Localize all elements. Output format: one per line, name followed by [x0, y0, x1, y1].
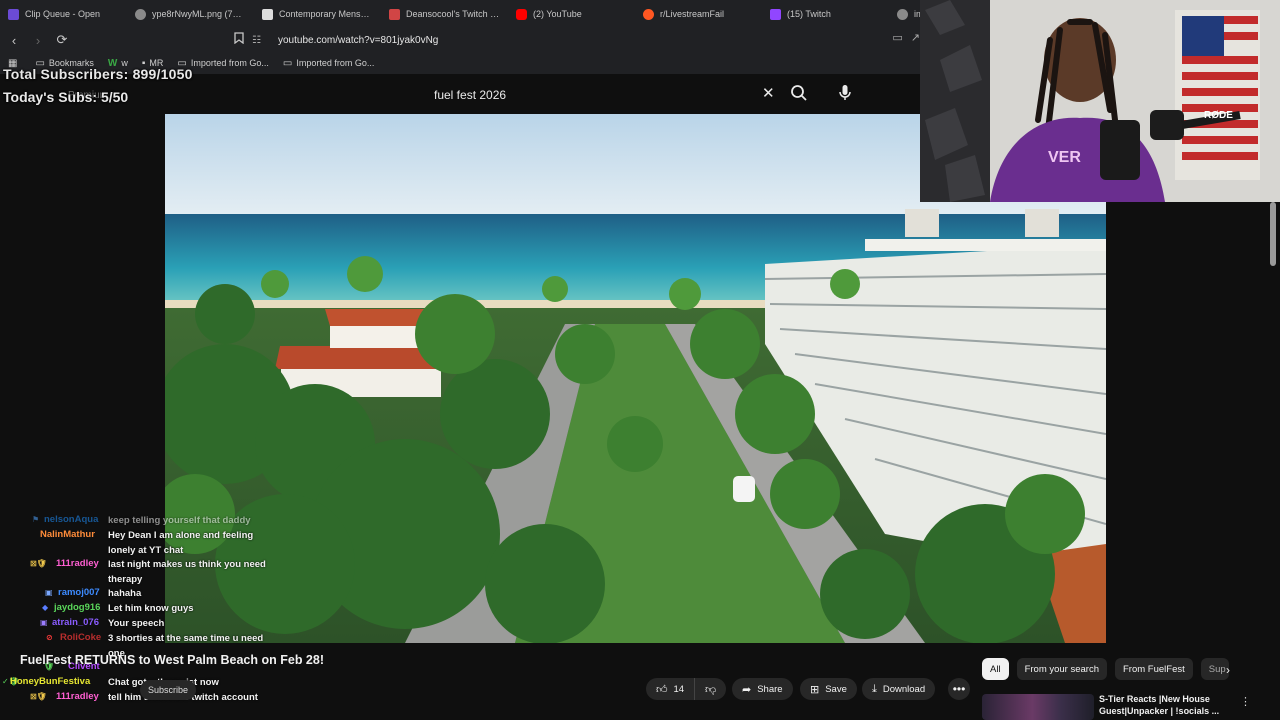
thumbs-down-icon: 👎︎ [705, 683, 717, 696]
chat-username: jaydog916 [54, 602, 101, 613]
download-icon: ⤓ [872, 682, 877, 695]
filter-chips: All From your search From FuelFest Sup [982, 658, 1229, 680]
chat-text: Your speech [108, 618, 165, 629]
recommended-thumbnail[interactable] [982, 694, 1094, 720]
share-page-icon[interactable]: ↗ [911, 31, 920, 44]
browser-tab[interactable]: (2) YouTube [508, 0, 635, 28]
chat-text: hahaha [108, 588, 142, 599]
save-playlist-icon: ⊞ [810, 683, 820, 696]
nav-right-controls: ▭ ↗ [892, 31, 920, 44]
chat-username: RoliCoke [60, 632, 102, 643]
rode-logo: RØDE [1204, 110, 1233, 121]
page-scrollbar[interactable] [1270, 202, 1276, 266]
recommended-video[interactable]: S-Tier Reacts |New House Guest|Unpacker … [982, 692, 1272, 720]
recommended-title[interactable]: S-Tier Reacts |New House Guest|Unpacker … [1099, 693, 1249, 717]
chat-badge-icon: ⊠🛡 [30, 559, 47, 568]
dislike-button[interactable]: 👎︎ [694, 678, 726, 700]
chat-badge-icon: ◆ [42, 603, 49, 612]
chat-text: Let him know guys [108, 603, 194, 614]
chat-username: atrain_076 [52, 617, 100, 628]
tab-favicon-icon [8, 8, 19, 20]
back-arrow-icon[interactable]: ‹ [4, 30, 24, 50]
clear-search-icon[interactable]: ✕ [762, 86, 775, 102]
tab-favicon-icon [897, 8, 908, 20]
video-title: FuelFest RETURNS to West Palm Beach on F… [20, 653, 324, 667]
chat-username: NalinMathur [40, 529, 95, 540]
chat-text: last night makes us think you need thera… [108, 559, 266, 585]
folder-icon: ▭ [282, 57, 293, 69]
share-icon: ➦ [742, 683, 752, 696]
chevron-right-icon[interactable]: › [1226, 663, 1230, 677]
chat-username: HoneyBunFestiva [10, 676, 91, 687]
address-bar[interactable]: ☷ youtube.com/watch?v=801jyak0vNg [252, 31, 900, 49]
site-info-icon[interactable]: ☷ [252, 35, 266, 46]
search-input[interactable]: fuel fest 2026 [422, 82, 788, 108]
tab-favicon-icon [643, 8, 654, 20]
chip-from-your-search[interactable]: From your search [1016, 658, 1107, 680]
download-button[interactable]: ⤓ Download [862, 678, 936, 700]
chat-username: 111radley [56, 558, 99, 569]
reload-icon[interactable]: ⟳ [52, 30, 72, 50]
browser-tab[interactable]: Clip Queue - Open [0, 0, 127, 28]
forward-arrow-icon[interactable]: › [28, 30, 48, 50]
thumbs-up-icon: 👍︎ [656, 683, 668, 696]
cast-icon[interactable]: ▭ [892, 31, 902, 44]
subscribe-button[interactable]: Subscribe [140, 680, 197, 700]
browser-tab[interactable]: Contemporary Menswear [254, 0, 381, 28]
bookmark-item[interactable]: ▭ Imported from Go... [283, 58, 374, 69]
tab-favicon-icon [389, 8, 400, 20]
tab-favicon-icon [135, 8, 146, 20]
search-icon[interactable] [790, 84, 814, 104]
save-button[interactable]: ⊞ Save [800, 678, 857, 700]
today-subs-counter: Today's Subs: 5/50 [3, 89, 129, 105]
chat-username: nelsonAqua [44, 514, 99, 525]
webcam-frame: VER [920, 0, 1280, 202]
url-text: youtube.com/watch?v=801jyak0vNg [278, 34, 439, 46]
chip-all[interactable]: All [982, 658, 1009, 680]
chat-badge-icon: ⚑ [32, 515, 40, 524]
browser-tab[interactable]: Deansocool's Twitch Stati [381, 0, 508, 28]
kebab-menu-icon[interactable]: ⋮ [1240, 695, 1251, 708]
bookmark-icon[interactable] [234, 32, 244, 47]
webcam-overlay: VER RØDE [920, 0, 1280, 202]
chat-text: keep telling yourself that daddy [108, 515, 251, 526]
tab-favicon-icon [770, 8, 781, 20]
microphone-icon[interactable] [838, 84, 856, 104]
more-options-icon[interactable]: ••• [948, 678, 970, 700]
chat-badge-icon: ▣ [40, 618, 48, 627]
browser-tab[interactable]: (15) Twitch [762, 0, 889, 28]
chat-badge-icon: ⊠🛡 [30, 692, 47, 701]
chat-text: Hey Dean I am alone and feeling lonely a… [108, 530, 254, 556]
chat-username: ramoj007 [58, 587, 100, 598]
total-subscribers-counter: Total Subscribers: 899/1050 [3, 66, 193, 82]
chat-username: 111radley [56, 691, 99, 702]
chat-badge-icon: ▣ [45, 588, 53, 597]
browser-tab[interactable]: im [889, 0, 920, 28]
like-button[interactable]: 👍︎ 14 [646, 678, 694, 700]
browser-tab[interactable]: ype8rNwyML.png (759×1 [127, 0, 254, 28]
tab-favicon-icon [516, 8, 527, 20]
chip-from-fuelfest[interactable]: From FuelFest [1115, 658, 1193, 680]
browser-tab[interactable]: r/LivestreamFail [635, 0, 762, 28]
shirt-text: VER [1048, 149, 1081, 166]
browser-tab-bar: Clip Queue - Open ype8rNwyML.png (759×1 … [0, 0, 920, 28]
chip-sup[interactable]: Sup [1200, 658, 1229, 680]
browser-nav-bar: ‹ › ⟳ ☷ youtube.com/watch?v=801jyak0vNg … [0, 28, 920, 52]
chat-badge-icon: ⊘ [46, 633, 53, 642]
tab-favicon-icon [262, 8, 273, 20]
share-button[interactable]: ➦ Share [732, 678, 793, 700]
like-count: 14 [673, 683, 685, 695]
